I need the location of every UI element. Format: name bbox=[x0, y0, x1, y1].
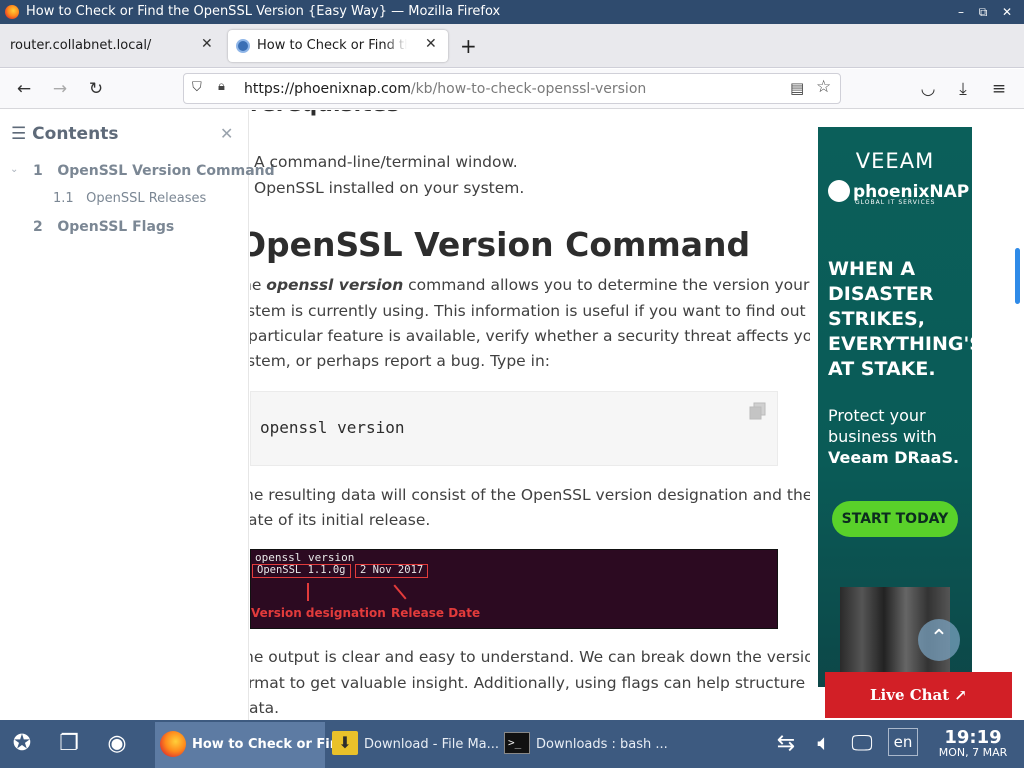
toc-header: ☰ Contents bbox=[11, 124, 119, 144]
url-text[interactable]: https://phoenixnap.com/kb/how-to-check-o… bbox=[244, 81, 646, 97]
clock-date: MON, 7 MAR bbox=[938, 746, 1008, 759]
paragraph-line: he output is clear and easy to understan… bbox=[250, 648, 810, 666]
date-box: 2 Nov 2017 bbox=[355, 564, 429, 578]
advertisement-banner[interactable]: VEEAM phoenixNAP GLOBAL IT SERVICES WHEN… bbox=[818, 127, 972, 687]
prereq-item-1: A command-line/terminal window. bbox=[254, 153, 518, 171]
url-bar[interactable]: ⛉ 🔒︎ https://phoenixnap.com/kb/how-to-ch… bbox=[183, 73, 841, 104]
lock-icon[interactable]: 🔒︎ bbox=[218, 79, 225, 94]
screenshot-icon[interactable]: ◉ bbox=[101, 728, 133, 760]
prereq-item-2: OpenSSL installed on your system. bbox=[254, 179, 525, 197]
version-designation-label: Version designation bbox=[251, 606, 386, 620]
reader-view-icon[interactable]: ▤ bbox=[790, 79, 804, 97]
scroll-to-top-icon[interactable]: ⌃ bbox=[918, 619, 960, 661]
paragraph-line: ata. bbox=[250, 699, 280, 717]
prerequisites-heading: rerequisites bbox=[250, 110, 400, 117]
phoenixnap-tagline: GLOBAL IT SERVICES bbox=[855, 199, 936, 206]
terminal-screenshot: openssl version OpenSSL 1.1.0g 2 Nov 201… bbox=[250, 549, 778, 629]
start-today-button[interactable]: START TODAY bbox=[832, 501, 958, 537]
firefox-icon bbox=[5, 5, 19, 19]
paragraph-line: ate of its initial release. bbox=[250, 511, 431, 529]
maximize-button[interactable]: ⧉ bbox=[974, 3, 992, 21]
tab-router[interactable]: router.collabnet.local/ ✕ bbox=[4, 30, 222, 62]
veeam-logo: VEEAM bbox=[855, 149, 935, 173]
shield-icon[interactable]: ⛉ bbox=[192, 80, 206, 96]
close-tab-icon[interactable]: ✕ bbox=[201, 36, 213, 52]
volume-icon[interactable]: 🔈︎ bbox=[808, 728, 840, 760]
paragraph-line: he resulting data will consist of the Op… bbox=[250, 486, 810, 504]
page-scrollbar-thumb[interactable] bbox=[1015, 248, 1020, 304]
release-date-label: Release Date bbox=[391, 606, 481, 620]
paragraph-line: rmat to get valuable insight. Additional… bbox=[250, 674, 810, 692]
window-title: How to Check or Find the OpenSSL Version… bbox=[26, 4, 501, 19]
forward-arrow-icon[interactable]: → bbox=[48, 77, 72, 101]
app-menu-icon[interactable]: ✪ bbox=[6, 728, 38, 760]
table-of-contents: ☰ Contents ✕ ⌄ 1 OpenSSL Version Command… bbox=[0, 110, 275, 720]
code-text[interactable]: openssl version bbox=[260, 418, 405, 437]
terminal-command: openssl version bbox=[255, 551, 355, 564]
clock[interactable]: 19:19 MON, 7 MAR bbox=[930, 727, 1016, 759]
tab-label: How to Check or Find the OpenSSL Version… bbox=[257, 38, 407, 53]
terminal-icon: >_ bbox=[504, 732, 530, 754]
taskbar-file-manager[interactable]: ⬇ Download - File Ma... bbox=[328, 722, 499, 768]
close-tab-icon[interactable]: ✕ bbox=[425, 36, 437, 52]
show-desktop-icon[interactable]: ❐ bbox=[53, 728, 85, 760]
toc-item-2[interactable]: 2 OpenSSL Flags bbox=[33, 219, 174, 235]
pocket-icon[interactable]: ◡ bbox=[916, 77, 940, 101]
paragraph-line: stem, or perhaps report a bug. Type in: bbox=[250, 352, 550, 370]
up-arrow-icon bbox=[393, 584, 407, 600]
globe-logo-icon bbox=[828, 180, 850, 202]
ad-subtext: Protect your business with Veeam DRaaS. bbox=[828, 406, 960, 467]
network-icon[interactable]: ⇆ bbox=[770, 728, 802, 760]
section-heading: OpenSSL Version Command bbox=[250, 225, 751, 264]
clock-time: 19:19 bbox=[944, 727, 1002, 748]
reload-icon[interactable]: ↻ bbox=[84, 77, 108, 101]
up-arrow-icon bbox=[307, 583, 309, 601]
paragraph-line: stem is currently using. This informatio… bbox=[250, 302, 810, 320]
bookmark-star-icon[interactable]: ☆ bbox=[816, 77, 831, 97]
tab-strip: router.collabnet.local/ ✕ How to Check o… bbox=[0, 24, 1024, 68]
globe-icon bbox=[236, 39, 250, 53]
toc-item-1[interactable]: 1 OpenSSL Version Command bbox=[33, 163, 275, 179]
download-folder-icon: ⬇ bbox=[332, 731, 358, 755]
version-box: OpenSSL 1.1.0g bbox=[252, 564, 351, 578]
keyboard-layout-indicator[interactable]: en bbox=[888, 728, 918, 756]
toc-close-icon[interactable]: ✕ bbox=[220, 124, 233, 143]
ad-headline: WHEN A DISASTER STRIKES, EVERYTHING'S AT… bbox=[828, 258, 972, 380]
tab-openssl-article[interactable]: How to Check or Find the OpenSSL Version… bbox=[228, 30, 448, 62]
collapse-chevron-icon[interactable]: ⌄ bbox=[10, 164, 18, 175]
paragraph-line: he openssl version command allows you to… bbox=[250, 276, 810, 294]
code-block: openssl version bbox=[250, 391, 778, 466]
close-window-button[interactable]: ✕ bbox=[998, 3, 1016, 21]
copy-icon[interactable] bbox=[749, 402, 767, 420]
taskbar-terminal[interactable]: >_ Downloads : bash ... bbox=[500, 722, 668, 768]
toc-item-1-1[interactable]: 1.1 OpenSSL Releases bbox=[53, 191, 206, 206]
tab-label: router.collabnet.local/ bbox=[10, 38, 152, 53]
downloads-icon[interactable]: ⤓ bbox=[951, 77, 975, 101]
minimize-button[interactable]: – bbox=[952, 3, 970, 21]
article-content: rerequisites A command-line/terminal win… bbox=[250, 110, 810, 720]
back-arrow-icon[interactable]: ← bbox=[12, 77, 36, 101]
display-icon[interactable]: 🖵︎ bbox=[846, 728, 878, 760]
navigation-bar: ← → ↻ ⛉ 🔒︎ https://phoenixnap.com/kb/how… bbox=[0, 69, 1024, 109]
taskbar-firefox[interactable]: How to Check or Fin... bbox=[155, 722, 354, 768]
web-page: ☰ Contents ✕ ⌄ 1 OpenSSL Version Command… bbox=[0, 110, 1024, 720]
new-tab-icon[interactable]: + bbox=[460, 34, 477, 58]
list-icon: ☰ bbox=[11, 124, 33, 144]
live-chat-button[interactable]: Live Chat ↗ bbox=[825, 672, 1012, 718]
taskbar: ✪ ❐ ◉ How to Check or Fin... ⬇ Download … bbox=[0, 720, 1024, 768]
paragraph-line: particular feature is available, verify … bbox=[250, 327, 810, 345]
firefox-icon bbox=[160, 731, 186, 757]
menu-hamburger-icon[interactable]: ≡ bbox=[987, 77, 1011, 101]
window-titlebar: How to Check or Find the OpenSSL Version… bbox=[0, 0, 1024, 24]
